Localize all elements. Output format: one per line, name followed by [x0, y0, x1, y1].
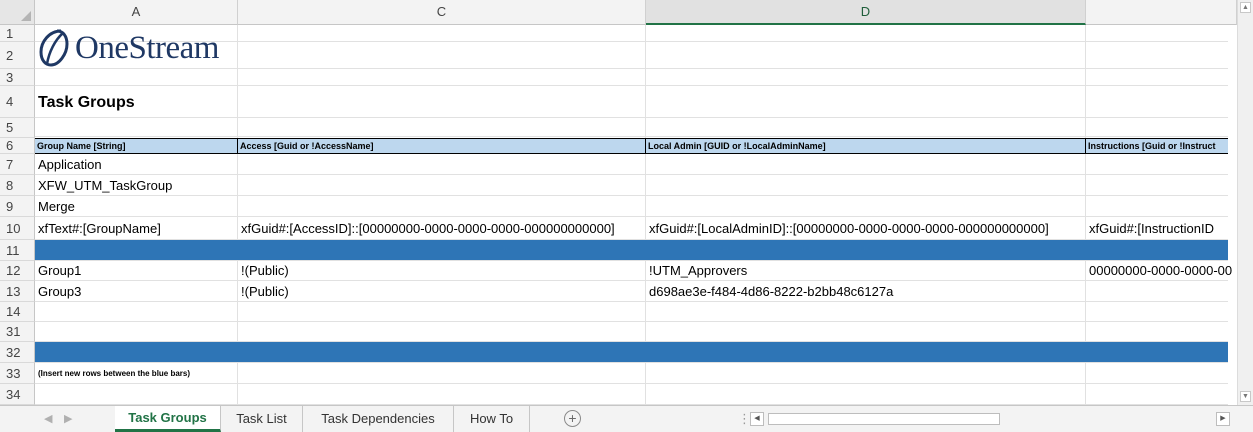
row-header-7[interactable]: 7: [0, 154, 35, 175]
select-all-corner[interactable]: [0, 0, 35, 25]
tab-scroll-left-icon[interactable]: ◀: [44, 412, 52, 425]
row-5: [35, 118, 1228, 137]
cell-e12[interactable]: 00000000-0000-0000-00: [1086, 261, 1237, 281]
scroll-down-icon[interactable]: ▼: [1240, 391, 1251, 402]
row-header-6[interactable]: 6: [0, 138, 35, 154]
hscroll-right-icon[interactable]: ▶: [1216, 412, 1230, 426]
cell-a12[interactable]: Group1: [35, 261, 238, 281]
row-4: [35, 86, 1228, 118]
header-local-admin[interactable]: Local Admin [GUID or !LocalAdminName]: [646, 139, 1086, 153]
row-14: [35, 302, 1228, 322]
cell-a10[interactable]: xfText#:[GroupName]: [35, 217, 238, 240]
logo-text: OneStream: [75, 29, 219, 66]
row-10: xfText#:[GroupName] xfGuid#:[AccessID]::…: [35, 217, 1228, 240]
column-header-d[interactable]: D: [646, 0, 1086, 25]
sheet-tab-bar: ◀ ▶ Task Groups Task List Task Dependenc…: [0, 405, 1253, 432]
tab-scroll-right-icon[interactable]: ▶: [64, 412, 72, 425]
onestream-swirl-icon: [39, 29, 69, 67]
header-instructions[interactable]: Instructions [Guid or !Instruct: [1086, 139, 1237, 153]
row-3: [35, 69, 1228, 86]
row-7: Application: [35, 154, 1228, 175]
row-header-11[interactable]: 11: [0, 240, 35, 261]
cell-a7[interactable]: Application: [35, 154, 238, 175]
cell-a13[interactable]: Group3: [35, 281, 238, 302]
blue-bar-bottom: [35, 342, 1228, 363]
cell-d12[interactable]: !UTM_Approvers: [646, 261, 1086, 281]
row-header-33[interactable]: 33: [0, 363, 35, 384]
horizontal-scrollbar[interactable]: ◀ ▶: [750, 412, 1236, 426]
onestream-logo: OneStream: [37, 27, 219, 69]
row-header-1[interactable]: 1: [0, 25, 35, 42]
scroll-up-icon[interactable]: ▲: [1240, 2, 1251, 13]
cell-a8[interactable]: XFW_UTM_TaskGroup: [35, 175, 238, 196]
hscroll-thumb[interactable]: [768, 413, 1000, 425]
row-33: (Insert new rows between the blue bars): [35, 363, 1228, 384]
cell-c12[interactable]: !(Public): [238, 261, 646, 281]
header-access[interactable]: Access [Guid or !AccessName]: [238, 139, 646, 153]
blue-bar-top: [35, 240, 1228, 261]
tab-task-groups[interactable]: Task Groups: [115, 406, 221, 432]
row-header-4[interactable]: 4: [0, 86, 35, 118]
page-title: Task Groups: [38, 94, 135, 111]
cell-d10[interactable]: xfGuid#:[LocalAdminID]::[00000000-0000-0…: [646, 217, 1086, 240]
row-header-34[interactable]: 34: [0, 384, 35, 405]
header-row: Group Name [String] Access [Guid or !Acc…: [35, 138, 1228, 154]
row-header-12[interactable]: 12: [0, 261, 35, 281]
cell-a33-note[interactable]: (Insert new rows between the blue bars): [35, 363, 255, 384]
row-header-32[interactable]: 32: [0, 342, 35, 363]
row-8: XFW_UTM_TaskGroup: [35, 175, 1228, 196]
column-header-e[interactable]: [1086, 0, 1237, 25]
hscroll-left-icon[interactable]: ◀: [750, 412, 764, 426]
tab-task-list[interactable]: Task List: [221, 406, 303, 432]
cell-c10[interactable]: xfGuid#:[AccessID]::[00000000-0000-0000-…: [238, 217, 646, 240]
add-sheet-icon[interactable]: +: [564, 410, 581, 427]
tab-task-dependencies[interactable]: Task Dependencies: [303, 406, 454, 432]
row-header-31[interactable]: 31: [0, 322, 35, 342]
select-all-icon: [21, 11, 31, 21]
row-34: [35, 384, 1228, 405]
cell-c13[interactable]: !(Public): [238, 281, 646, 302]
cell-e10[interactable]: xfGuid#:[InstructionID: [1086, 217, 1237, 240]
column-header-a[interactable]: A: [35, 0, 238, 25]
row-header-5[interactable]: 5: [0, 118, 35, 138]
row-header-10[interactable]: 10: [0, 217, 35, 240]
row-header-3[interactable]: 3: [0, 69, 35, 86]
row-header-2[interactable]: 2: [0, 42, 35, 69]
row-12: Group1 !(Public) !UTM_Approvers 00000000…: [35, 261, 1232, 281]
row-header-14[interactable]: 14: [0, 302, 35, 322]
row-header-13[interactable]: 13: [0, 281, 35, 302]
row-header-9[interactable]: 9: [0, 196, 35, 217]
tab-how-to[interactable]: How To: [454, 406, 530, 432]
row-13: Group3 !(Public) d698ae3e-f484-4d86-8222…: [35, 281, 1228, 302]
vertical-scrollbar[interactable]: ▲ ▼: [1237, 0, 1253, 405]
cell-a9[interactable]: Merge: [35, 196, 238, 217]
row-9: Merge: [35, 196, 1228, 217]
column-header-c[interactable]: C: [238, 0, 646, 25]
row-header-8[interactable]: 8: [0, 175, 35, 196]
row-31: [35, 322, 1228, 342]
header-group-name[interactable]: Group Name [String]: [35, 139, 238, 153]
cell-d13[interactable]: d698ae3e-f484-4d86-8222-b2bb48c6127a: [646, 281, 1086, 302]
